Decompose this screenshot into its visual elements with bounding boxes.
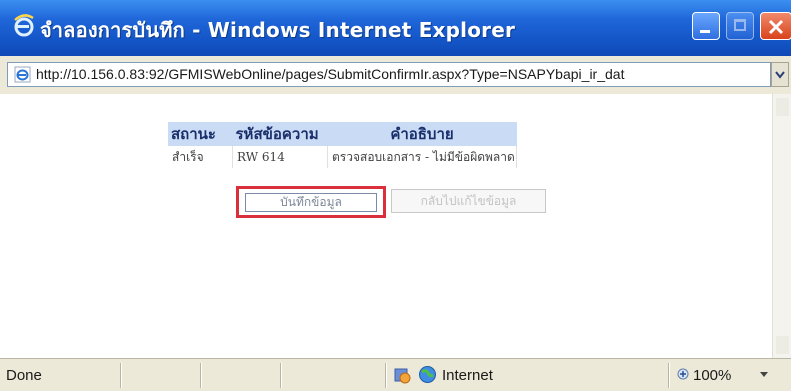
zoom-icon[interactable] — [676, 367, 692, 383]
page-icon — [14, 66, 31, 83]
dropdown-icon[interactable] — [771, 62, 789, 87]
header-description: คำอธิบาย — [327, 122, 517, 146]
page-content: สถานะ รหัสข้อความ คำอธิบาย สำเร็จ RW 614… — [0, 94, 772, 358]
status-separator — [280, 363, 281, 388]
cell-description: ตรวจสอบเอกสาร - ไม่มีข้อผิดพลาด : — [327, 146, 517, 168]
status-separator — [120, 363, 121, 388]
ie-logo-icon — [13, 14, 35, 38]
header-code: รหัสข้อความ — [232, 122, 328, 146]
zoom-level[interactable]: 100% — [693, 367, 731, 384]
address-field[interactable]: http://10.156.0.83:92/GFMISWebOnline/pag… — [7, 62, 771, 87]
maximize-icon[interactable] — [726, 12, 754, 40]
result-table: สถานะ รหัสข้อความ คำอธิบาย สำเร็จ RW 614… — [168, 122, 517, 168]
close-icon[interactable] — [760, 12, 791, 40]
cell-status: สำเร็จ — [168, 146, 233, 168]
scroll-up-icon[interactable] — [776, 98, 789, 116]
back-to-edit-button[interactable]: กลับไปแก้ไขข้อมูล — [391, 189, 546, 213]
table-header-row: สถานะ รหัสข้อความ คำอธิบาย — [168, 122, 517, 146]
zoom-dropdown-icon[interactable] — [760, 372, 768, 377]
window-title: จำลองการบันทึก - Windows Internet Explor… — [40, 18, 516, 42]
globe-icon — [418, 365, 437, 384]
status-text: Done — [6, 367, 42, 384]
address-bar: http://10.156.0.83:92/GFMISWebOnline/pag… — [0, 56, 791, 95]
cell-code: RW 614 — [232, 146, 328, 168]
zone-label: Internet — [442, 367, 493, 384]
ie-popup-window: จำลองการบันทึก - Windows Internet Explor… — [0, 0, 791, 391]
status-separator — [385, 363, 386, 388]
minimize-icon[interactable] — [692, 12, 720, 40]
table-row: สำเร็จ RW 614 ตรวจสอบเอกสาร - ไม่มีข้อผิ… — [168, 146, 517, 168]
status-bar: Done Internet 100% — [0, 358, 791, 391]
save-button-highlight: บันทึกข้อมูล — [236, 186, 386, 218]
scroll-down-icon[interactable] — [776, 336, 789, 354]
title-bar[interactable]: จำลองการบันทึก - Windows Internet Explor… — [0, 0, 791, 56]
protected-mode-icon[interactable] — [393, 366, 411, 384]
status-separator — [200, 363, 201, 388]
vertical-scrollbar[interactable] — [772, 94, 791, 358]
header-status: สถานะ — [168, 122, 233, 146]
address-url: http://10.156.0.83:92/GFMISWebOnline/pag… — [36, 66, 625, 82]
save-button[interactable]: บันทึกข้อมูล — [245, 193, 377, 212]
status-separator — [668, 363, 669, 388]
